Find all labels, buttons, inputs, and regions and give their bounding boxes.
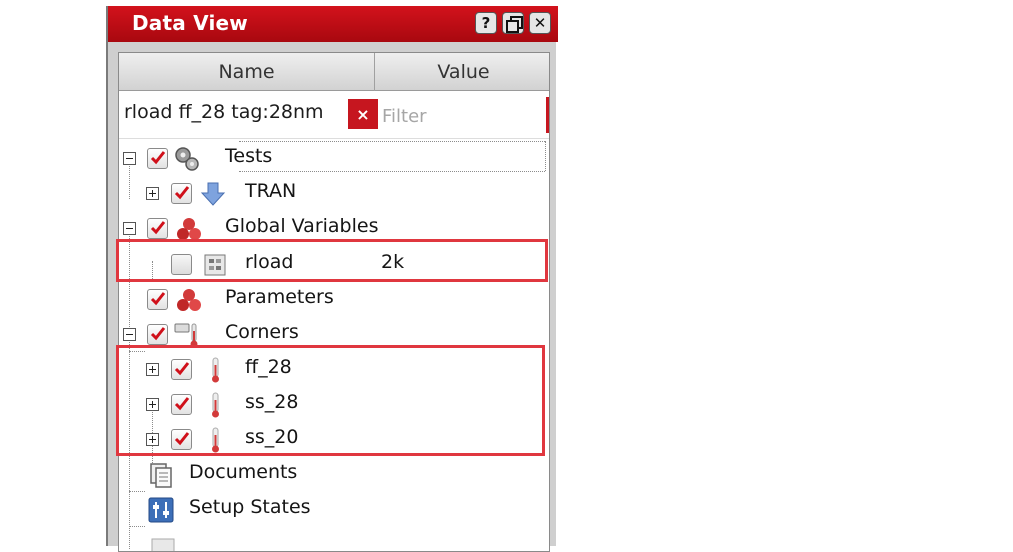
title-bar[interactable]: Data View ? ✕ xyxy=(108,6,558,42)
expand-toggle[interactable] xyxy=(146,187,159,200)
clear-filter-button[interactable]: × xyxy=(348,99,378,129)
gears-icon xyxy=(175,147,199,171)
focus-outline xyxy=(239,141,545,142)
filter-input[interactable] xyxy=(380,101,545,131)
focus-outline xyxy=(545,141,546,171)
tree-item-setup-states[interactable]: Setup States xyxy=(119,492,549,526)
collapse-toggle[interactable] xyxy=(123,222,136,235)
focus-outline xyxy=(239,171,545,172)
collapse-toggle[interactable] xyxy=(123,328,136,341)
global-variables-label: Global Variables xyxy=(225,215,379,237)
setup-icon xyxy=(148,497,174,523)
folder-icon xyxy=(151,538,175,551)
column-header: Name Value xyxy=(119,53,549,91)
close-button[interactable]: ✕ xyxy=(529,12,551,34)
tests-checkbox[interactable] xyxy=(147,148,168,169)
float-window-button[interactable] xyxy=(502,12,524,34)
down-arrow-icon xyxy=(200,182,226,206)
tree-item-parameters[interactable]: Parameters xyxy=(119,282,549,316)
tree-item-tests[interactable]: Tests xyxy=(119,141,549,175)
filter-edge-marker xyxy=(546,97,549,133)
corners-label: Corners xyxy=(225,321,299,343)
name-column-header[interactable]: Name xyxy=(119,53,375,91)
parameters-checkbox[interactable] xyxy=(147,289,168,310)
tests-label: Tests xyxy=(225,145,273,167)
corners-highlight-box xyxy=(116,345,545,456)
document-icon xyxy=(150,463,172,488)
parameters-label: Parameters xyxy=(225,286,334,308)
help-icon: ? xyxy=(481,14,491,32)
close-icon: ✕ xyxy=(533,14,547,32)
tran-checkbox[interactable] xyxy=(171,183,192,204)
value-column-header[interactable]: Value xyxy=(376,53,549,91)
tree-item-tran[interactable]: TRAN xyxy=(119,176,549,210)
red-spheres-icon xyxy=(177,289,201,311)
global-variables-checkbox[interactable] xyxy=(147,218,168,239)
panel-title: Data View xyxy=(132,11,248,35)
tree-item-documents[interactable]: Documents xyxy=(119,457,549,491)
rload-highlight-box xyxy=(116,239,548,282)
setup-states-label: Setup States xyxy=(189,496,311,518)
collapse-toggle[interactable] xyxy=(123,152,136,165)
corners-checkbox[interactable] xyxy=(147,324,168,345)
tree-guide xyxy=(129,526,145,527)
search-query-text: rload ff_28 tag:28nm xyxy=(124,101,324,123)
help-button[interactable]: ? xyxy=(475,12,497,34)
filter-row: rload ff_28 tag:28nm × xyxy=(119,93,549,139)
tran-label: TRAN xyxy=(245,180,297,202)
tree-item-partial xyxy=(119,529,549,551)
data-view-tree-panel: Name Value rload ff_28 tag:28nm × Filter… xyxy=(118,52,550,552)
documents-label: Documents xyxy=(189,461,298,483)
